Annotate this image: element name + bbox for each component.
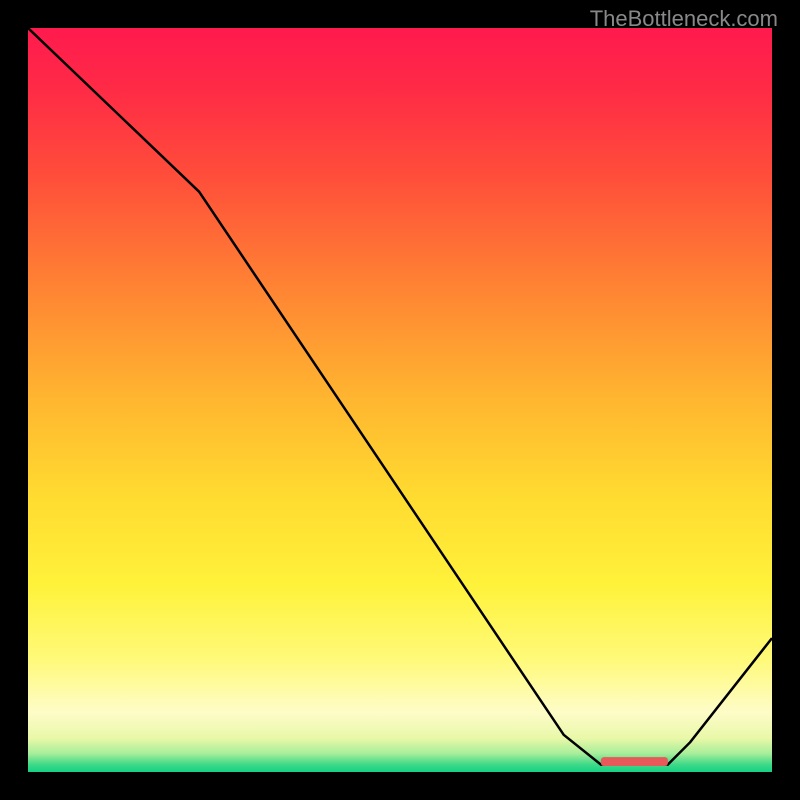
optimal-range-marker bbox=[601, 757, 668, 766]
chart-svg bbox=[28, 28, 772, 772]
chart-background bbox=[28, 28, 772, 772]
chart-area bbox=[28, 28, 772, 772]
watermark-text: TheBottleneck.com bbox=[590, 6, 778, 32]
